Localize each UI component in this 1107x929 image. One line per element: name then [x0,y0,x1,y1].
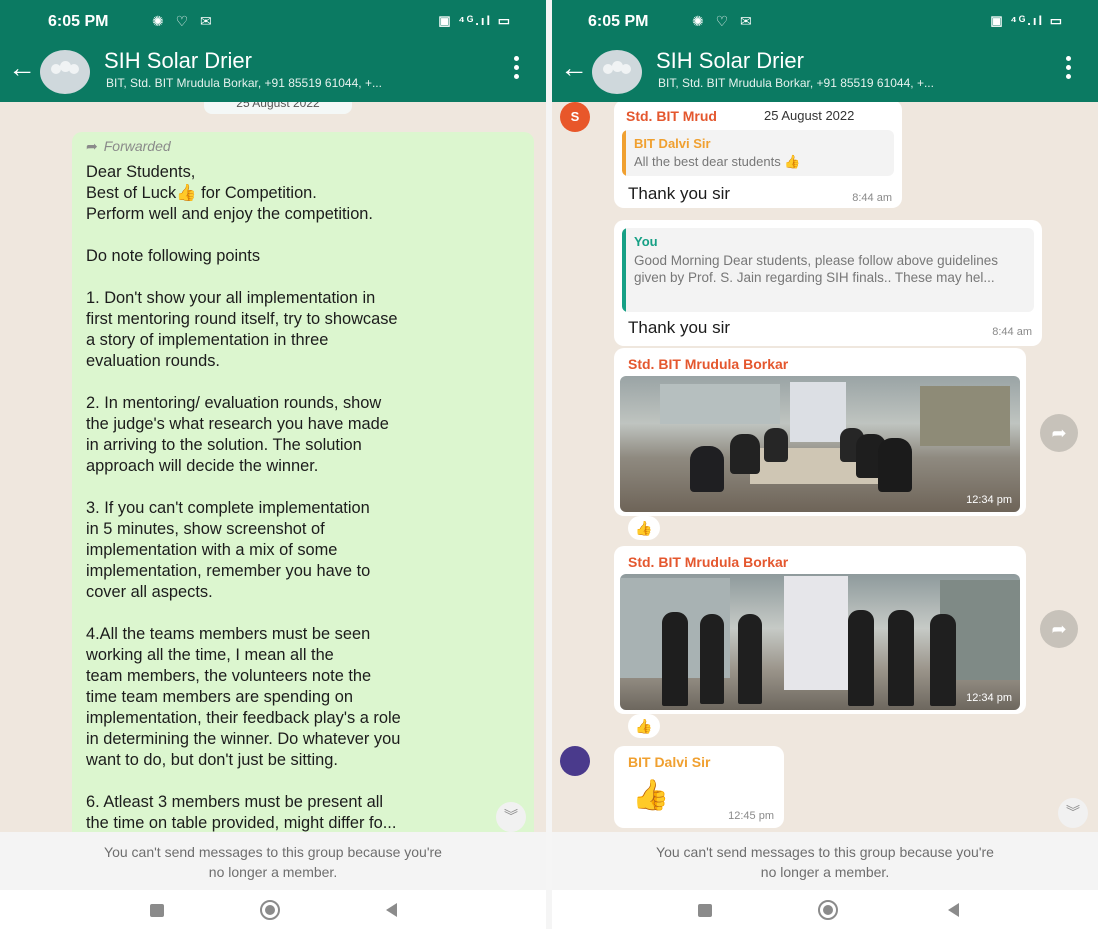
right-chat-screen: 6:05 PM ✺ ♡ ✉ ▣ ⁴ᴳ.ıl ▭ ← SIH Solar Drie… [552,0,1098,929]
sender-name[interactable]: Std. BIT Mrudula Borkar [628,356,788,372]
quote-bar [622,130,626,176]
chat-header: ← SIH Solar Drier BIT, Std. BIT Mrudula … [552,42,1098,102]
status-time: 6:05 PM [48,13,109,30]
system-nav-bar [552,890,1098,929]
forwarded-message-bubble[interactable]: ➦ Forwarded Dear Students, Best of Luck👍 … [72,132,534,832]
back-arrow-icon[interactable]: ← [560,54,588,82]
status-time: 6:05 PM [588,13,649,30]
sender-name[interactable]: Std. BIT Mrudula Borkar [628,554,788,570]
quote-text: All the best dear students 👍 [634,154,801,169]
home-icon[interactable] [260,900,280,920]
chat-participants[interactable]: BIT, Std. BIT Mrudula Borkar, +91 85519 … [658,76,934,90]
group-photo-image[interactable]: 12:34 pm [620,376,1020,512]
group-people-icon [603,61,631,80]
reply-message-bubble[interactable]: Std. BIT Mrud 25 August 2022 BIT Dalvi S… [614,102,902,208]
scroll-down-icon[interactable]: ︾ [1058,798,1088,828]
not-member-notice: You can't send messages to this group be… [552,832,1098,890]
message-time: 12:45 pm [728,810,774,822]
message-text: Thank you sir [628,318,731,337]
status-bar: 6:05 PM ✺ ♡ ✉ ▣ ⁴ᴳ.ıl ▭ [0,0,546,42]
quote-bar [622,228,626,312]
notice-line-1: You can't send messages to this group be… [656,844,994,860]
message-time: 8:44 am [992,326,1032,338]
reaction-thumbs-up[interactable]: 👍 [628,714,660,738]
date-chip: 25 August 2022 [204,102,352,114]
recents-icon[interactable] [698,904,712,917]
back-arrow-icon[interactable]: ← [8,54,36,82]
quoted-message[interactable]: You Good Morning Dear students, please f… [622,228,1034,312]
notice-line-2: no longer a member. [760,864,890,880]
quote-sender: BIT Dalvi Sir [634,136,711,151]
message-date: 25 August 2022 [764,108,855,123]
photo-time: 12:34 pm [966,494,1012,506]
thumbs-up-sticker: 👍 [632,779,670,812]
reaction-thumbs-up[interactable]: 👍 [628,516,660,540]
notification-icons: ✺ ♡ ✉ [152,13,216,29]
photo-time: 12:34 pm [966,692,1012,704]
not-member-notice: You can't send messages to this group be… [0,832,546,890]
system-nav-bar [0,890,546,929]
message-list[interactable]: 25 August 2022 ➦ Forwarded Dear Students,… [0,102,546,832]
message-list[interactable]: S Std. BIT Mrud 25 August 2022 BIT Dalvi… [552,102,1098,832]
more-options-icon[interactable] [514,56,520,82]
share-forward-icon[interactable]: ➦ [1040,610,1078,648]
back-nav-icon[interactable] [386,903,397,917]
status-bar: 6:05 PM ✺ ♡ ✉ ▣ ⁴ᴳ.ıl ▭ [552,0,1098,42]
quote-text: Good Morning Dear students, please follo… [634,253,998,285]
sender-name[interactable]: Std. BIT Mrud [626,108,717,124]
share-forward-icon[interactable]: ➦ [1040,414,1078,452]
message-text: Dear Students, Best of Luck👍 for Competi… [86,163,401,832]
sender-avatar[interactable] [560,746,590,776]
notice-line-1: You can't send messages to this group be… [104,844,442,860]
left-chat-screen: 6:05 PM ✺ ♡ ✉ ▣ ⁴ᴳ.ıl ▭ ← SIH Solar Drie… [0,0,546,929]
group-avatar[interactable] [592,50,642,94]
signal-battery-icons: ▣ ⁴ᴳ.ıl ▭ [438,13,512,28]
signal-battery-icons: ▣ ⁴ᴳ.ıl ▭ [990,13,1064,28]
team-photo-image[interactable]: 12:34 pm [620,574,1020,710]
group-avatar[interactable] [40,50,90,94]
reply-message-bubble[interactable]: You Good Morning Dear students, please f… [614,220,1042,346]
notification-icons: ✺ ♡ ✉ [692,13,756,29]
sender-name[interactable]: BIT Dalvi Sir [628,754,710,770]
photo-scene [620,574,1020,710]
chat-title[interactable]: SIH Solar Drier [104,48,252,74]
photo-message-bubble[interactable]: Std. BIT Mrudula Borkar 12:34 pm [614,348,1026,516]
chat-participants[interactable]: BIT, Std. BIT Mrudula Borkar, +91 85519 … [106,76,382,90]
sender-avatar[interactable]: S [560,102,590,132]
chat-title[interactable]: SIH Solar Drier [656,48,804,74]
photo-scene [620,376,1020,512]
recents-icon[interactable] [150,904,164,917]
message-text: Thank you sir [628,184,731,203]
quoted-message[interactable]: BIT Dalvi Sir All the best dear students… [622,130,894,176]
chat-header: ← SIH Solar Drier BIT, Std. BIT Mrudula … [0,42,546,102]
back-nav-icon[interactable] [948,903,959,917]
forwarded-label: ➦ Forwarded [86,138,520,158]
quote-sender: You [634,234,658,249]
more-options-icon[interactable] [1066,56,1072,82]
notice-line-2: no longer a member. [208,864,338,880]
scroll-down-icon[interactable]: ︾ [496,802,526,832]
forward-icon: ➦ [86,138,98,154]
photo-message-bubble[interactable]: Std. BIT Mrudula Borkar 12:34 pm [614,546,1026,714]
message-time: 8:44 am [852,192,892,204]
home-icon[interactable] [818,900,838,920]
group-people-icon [51,61,79,80]
forwarded-text: Forwarded [103,138,171,154]
sticker-message-bubble[interactable]: BIT Dalvi Sir 👍 12:45 pm [614,746,784,828]
